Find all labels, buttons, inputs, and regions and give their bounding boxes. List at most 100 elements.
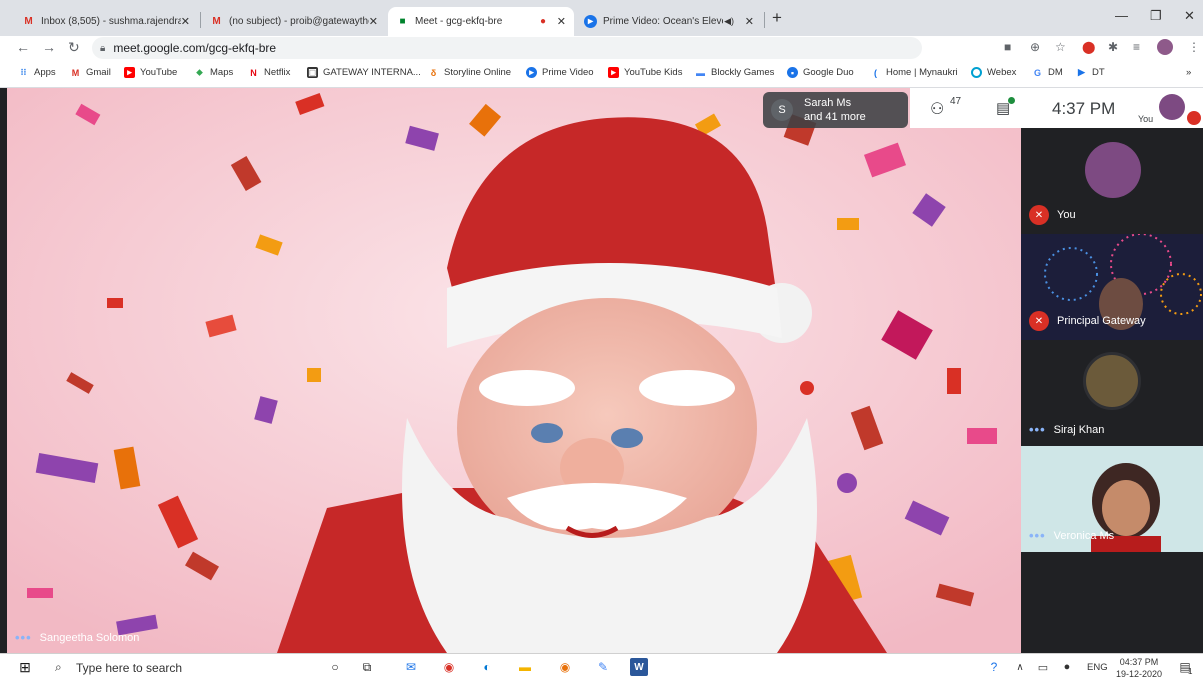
menu-icon[interactable]: ⋮ bbox=[1188, 40, 1200, 54]
participant-tile-veronica-ms[interactable]: ••• Veronica Ms bbox=[1021, 446, 1203, 552]
language-indicator[interactable]: ENG bbox=[1087, 662, 1108, 673]
bookmark-dt[interactable]: ▶ DT bbox=[1076, 67, 1105, 78]
bookmark-youtube-kids[interactable]: ▸ YouTube Kids bbox=[608, 67, 682, 78]
address-bar[interactable]: 🔒︎ meet.google.com/gcg-ekfq-bre bbox=[92, 37, 922, 59]
bookmark-webex[interactable]: Webex bbox=[971, 67, 1016, 78]
tile-label: You bbox=[1057, 209, 1076, 221]
speaker-label: Sangeetha Solomon bbox=[39, 631, 140, 644]
tab-label: (no subject) - proib@gatewaythe bbox=[229, 16, 369, 27]
netflix-icon: N bbox=[250, 67, 257, 78]
tab-meet[interactable]: ■ Meet - gcg-ekfq-bre ● ✕ bbox=[388, 7, 574, 36]
tab-no-subject[interactable]: M (no subject) - proib@gatewaythe ✕ bbox=[202, 7, 386, 36]
storyline-icon: δ bbox=[430, 67, 437, 78]
mic-off-icon bbox=[1187, 111, 1201, 125]
bookmark-gateway[interactable]: ▣ GATEWAY INTERNA... bbox=[307, 67, 421, 78]
close-icon[interactable]: ✕ bbox=[369, 15, 378, 28]
lock-icon: 🔒︎ bbox=[100, 42, 106, 54]
mic-off-icon: ✕ bbox=[1029, 205, 1049, 225]
bookmark-label: YouTube Kids bbox=[624, 67, 683, 78]
tab-strip: M Inbox (8,505) - sushma.rajendran ✕ M (… bbox=[0, 0, 1203, 36]
bookmark-label: Netflix bbox=[264, 67, 291, 78]
gmail-icon: M bbox=[71, 67, 80, 78]
forward-icon[interactable]: → bbox=[42, 39, 56, 55]
prime-video-icon: ▸ bbox=[526, 67, 537, 78]
address-bar-row: ← → ↻ 🔒︎ meet.google.com/gcg-ekfq-bre ■ … bbox=[0, 36, 1203, 61]
adblock-icon[interactable]: ⬤ bbox=[1082, 40, 1095, 54]
tab-prime-video[interactable]: ▸ Prime Video: Ocean's Eleven ◀) ✕ bbox=[576, 7, 762, 36]
speaking-dots-icon: ••• bbox=[1029, 528, 1046, 543]
taskbar-search[interactable]: Type here to search bbox=[76, 661, 182, 675]
restore-icon[interactable]: ❐ bbox=[1150, 8, 1162, 24]
participant-tile-siraj-khan[interactable]: ••• Siraj Khan bbox=[1021, 340, 1203, 446]
bookmark-prime-video[interactable]: ▸ Prime Video bbox=[526, 67, 594, 78]
webex-icon bbox=[971, 67, 982, 78]
tab-separator bbox=[200, 12, 201, 28]
reading-list-icon[interactable]: ≡ bbox=[1133, 40, 1140, 54]
clock-area[interactable]: 04:37 PM 19-12-2020 bbox=[1116, 656, 1162, 680]
reload-icon[interactable]: ↻ bbox=[68, 39, 80, 56]
close-icon[interactable]: ✕ bbox=[181, 15, 190, 28]
tile-label: Siraj Khan bbox=[1053, 423, 1105, 436]
mail-icon[interactable]: ✉ bbox=[402, 658, 420, 676]
santa-video-frame bbox=[7, 88, 1021, 653]
bookmark-star-icon[interactable]: ☆ bbox=[1055, 40, 1066, 54]
speaking-dots-icon: ••• bbox=[1029, 422, 1046, 437]
mic-icon[interactable]: ● bbox=[1058, 658, 1076, 676]
bookmark-label: Gmail bbox=[86, 67, 111, 78]
meet-icon: ■ bbox=[399, 16, 406, 27]
gateway-icon: ▣ bbox=[307, 67, 318, 78]
minimize-icon[interactable]: — bbox=[1115, 8, 1128, 23]
chevron-up-icon[interactable]: ∧ bbox=[1011, 658, 1029, 676]
bookmark-storyline[interactable]: δ Storyline Online bbox=[428, 67, 511, 78]
task-view-icon[interactable]: ⧉ bbox=[358, 658, 376, 676]
bookmark-mynaukri[interactable]: (Home | Mynaukri bbox=[870, 67, 958, 78]
profile-avatar[interactable] bbox=[1157, 39, 1173, 55]
url-text: meet.google.com/gcg-ekfq-bre bbox=[113, 41, 277, 55]
back-icon[interactable]: ← bbox=[16, 39, 30, 55]
extensions-icon[interactable]: ✱ bbox=[1108, 40, 1118, 54]
participant-tile-you[interactable]: ✕ You bbox=[1021, 128, 1203, 234]
close-window-icon[interactable]: ✕ bbox=[1184, 8, 1195, 24]
cortana-icon[interactable]: ○ bbox=[326, 658, 344, 676]
mic-off-icon: ✕ bbox=[1029, 311, 1049, 331]
bookmark-dm[interactable]: G DM bbox=[1032, 67, 1063, 78]
bookmark-label: DM bbox=[1048, 67, 1063, 78]
bookmark-gmail[interactable]: M Gmail bbox=[70, 67, 111, 78]
bookmark-blockly[interactable]: ▬ Blockly Games bbox=[695, 67, 774, 78]
participant-tile-principal-gateway[interactable]: ✕ Principal Gateway bbox=[1021, 234, 1203, 340]
bookmark-apps[interactable]: ⁝⁝ Apps bbox=[18, 67, 56, 78]
participants-chip[interactable]: S Sarah Ms and 41 more bbox=[763, 92, 908, 128]
word-icon[interactable]: W bbox=[630, 658, 648, 676]
bookmark-youtube[interactable]: ▸ YouTube bbox=[124, 67, 177, 78]
help-icon[interactable]: ? bbox=[985, 658, 1003, 676]
audio-playing-icon[interactable]: ◀) bbox=[724, 16, 734, 27]
tile-name: ✕ Principal Gateway bbox=[1029, 311, 1146, 331]
bookmark-label: Maps bbox=[210, 67, 234, 78]
more-bookmarks-icon[interactable]: » bbox=[1186, 67, 1191, 78]
tab-inbox[interactable]: M Inbox (8,505) - sushma.rajendran ✕ bbox=[14, 7, 198, 36]
new-tab-button[interactable]: + bbox=[772, 8, 782, 28]
file-explorer-icon[interactable]: ▬ bbox=[516, 658, 534, 676]
bookmark-google-duo[interactable]: ▪ Google Duo bbox=[787, 67, 854, 78]
bookmark-label: Prime Video bbox=[542, 67, 594, 78]
recording-icon: ● bbox=[539, 16, 546, 27]
avatar bbox=[1083, 352, 1141, 410]
bookmark-maps[interactable]: ⬥ Maps bbox=[194, 67, 233, 78]
paint-icon[interactable]: ✎ bbox=[594, 658, 612, 676]
zoom-icon[interactable]: ⊕ bbox=[1030, 40, 1040, 54]
battery-icon[interactable]: ▭ bbox=[1034, 658, 1052, 676]
participant-count: 47 bbox=[950, 96, 962, 107]
main-video[interactable]: ••• Sangeetha Solomon bbox=[7, 88, 1021, 653]
close-icon[interactable]: ✕ bbox=[557, 15, 566, 28]
chrome-profile-icon[interactable]: ◉ bbox=[556, 658, 574, 676]
windows-start-icon[interactable]: ⊞ bbox=[16, 658, 34, 676]
tab-label: Meet - gcg-ekfq-bre bbox=[415, 16, 503, 27]
camera-icon[interactable]: ■ bbox=[1004, 40, 1011, 54]
close-icon[interactable]: ✕ bbox=[745, 15, 754, 28]
bookmark-label: YouTube bbox=[140, 67, 178, 78]
chrome-icon[interactable]: ◉ bbox=[440, 658, 458, 676]
bookmark-label: Google Duo bbox=[803, 67, 854, 78]
bookmark-netflix[interactable]: N Netflix bbox=[248, 67, 290, 78]
edge-icon[interactable]: ◐ bbox=[478, 658, 496, 676]
people-icon[interactable]: ⚇ bbox=[930, 99, 944, 119]
